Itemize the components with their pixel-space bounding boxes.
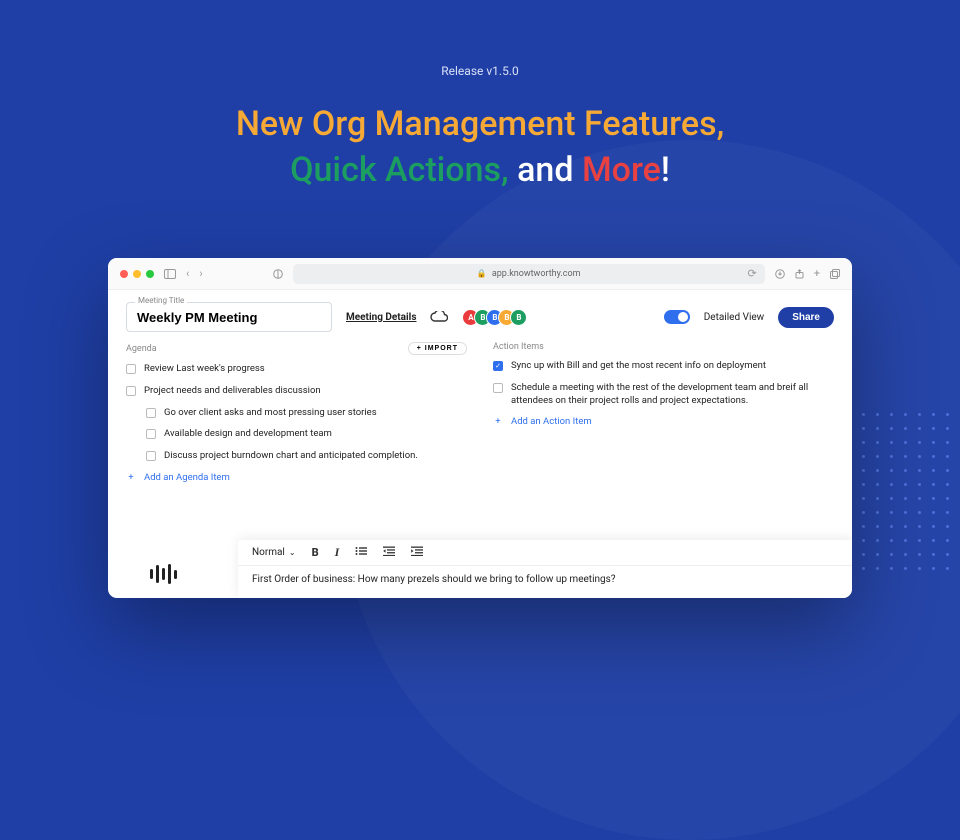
checkbox-icon[interactable] bbox=[146, 451, 156, 461]
agenda-item-text: Available design and development team bbox=[164, 428, 332, 441]
reload-icon[interactable]: ⟳ bbox=[748, 267, 757, 280]
editor-content[interactable]: First Order of business: How many prezel… bbox=[238, 566, 852, 593]
avatar[interactable]: B bbox=[510, 309, 527, 326]
action-item-text: Schedule a meeting with the rest of the … bbox=[511, 382, 834, 408]
add-agenda-item[interactable]: + Add an Agenda Item bbox=[126, 472, 467, 483]
meeting-title-input[interactable] bbox=[137, 310, 321, 325]
attendee-avatars[interactable]: A B B B B bbox=[462, 309, 527, 326]
url-bar[interactable]: 🔒 app.knowtworthy.com ⟳ bbox=[293, 264, 765, 284]
editor-toolbar: Normal ⌄ B I bbox=[238, 540, 852, 566]
meeting-details-link[interactable]: Meeting Details bbox=[346, 312, 416, 323]
checkbox-icon[interactable] bbox=[146, 429, 156, 439]
shield-icon[interactable] bbox=[273, 269, 283, 279]
checkbox-icon[interactable] bbox=[126, 386, 136, 396]
forward-icon[interactable]: › bbox=[199, 267, 202, 280]
action-item[interactable]: Sync up with Bill and get the most recen… bbox=[493, 360, 834, 373]
chevron-down-icon: ⌄ bbox=[289, 548, 296, 557]
checkbox-icon[interactable] bbox=[493, 383, 503, 393]
agenda-item[interactable]: Project needs and deliverables discussio… bbox=[126, 385, 467, 398]
meeting-title-field[interactable]: Meeting Title bbox=[126, 302, 332, 332]
minimize-icon[interactable] bbox=[133, 270, 141, 278]
checkbox-icon[interactable] bbox=[126, 364, 136, 374]
text-style-select[interactable]: Normal ⌄ bbox=[252, 547, 296, 558]
action-items-column: Action Items Sync up with Bill and get t… bbox=[493, 342, 834, 483]
new-tab-icon[interactable]: + bbox=[814, 267, 820, 280]
back-icon[interactable]: ‹ bbox=[186, 267, 189, 280]
agenda-item[interactable]: Review Last week's progress bbox=[126, 363, 467, 376]
lock-icon: 🔒 bbox=[477, 269, 487, 278]
import-button[interactable]: + IMPORT bbox=[408, 342, 467, 355]
action-item[interactable]: Schedule a meeting with the rest of the … bbox=[493, 382, 834, 408]
plus-icon: + bbox=[493, 416, 503, 427]
agenda-item[interactable]: Available design and development team bbox=[126, 428, 467, 441]
browser-window: ‹ › 🔒 app.knowtworthy.com ⟳ + Meeting Ti… bbox=[108, 258, 852, 598]
sidebar-toggle-icon[interactable] bbox=[164, 269, 176, 279]
agenda-item-text: Go over client asks and most pressing us… bbox=[164, 407, 377, 420]
agenda-item[interactable]: Go over client asks and most pressing us… bbox=[126, 407, 467, 420]
meeting-title-label: Meeting Title bbox=[135, 296, 187, 305]
share-icon[interactable] bbox=[795, 269, 804, 279]
agenda-item-text: Discuss project burndown chart and antic… bbox=[164, 450, 418, 463]
text-style-value: Normal bbox=[252, 547, 285, 558]
agenda-item[interactable]: Discuss project burndown chart and antic… bbox=[126, 450, 467, 463]
release-label: Release v1.5.0 bbox=[0, 64, 960, 78]
agenda-column: Agenda + IMPORT Review Last week's progr… bbox=[126, 342, 467, 483]
detailed-view-toggle[interactable] bbox=[664, 310, 690, 324]
headline-p1: New Org Management Features, bbox=[236, 104, 724, 144]
detailed-view-label: Detailed View bbox=[704, 312, 764, 323]
app-header: Meeting Title Meeting Details A B B B B … bbox=[108, 290, 852, 338]
italic-icon[interactable]: I bbox=[335, 545, 340, 560]
download-icon[interactable] bbox=[775, 269, 785, 279]
outdent-icon[interactable] bbox=[383, 546, 395, 559]
cloud-sync-icon bbox=[430, 311, 448, 323]
audio-waveform-icon[interactable] bbox=[150, 564, 177, 584]
agenda-item-text: Review Last week's progress bbox=[144, 363, 265, 376]
bold-icon[interactable]: B bbox=[312, 546, 319, 559]
maximize-icon[interactable] bbox=[146, 270, 154, 278]
url-text: app.knowtworthy.com bbox=[492, 269, 581, 279]
checkbox-checked-icon[interactable] bbox=[493, 361, 503, 371]
window-controls[interactable] bbox=[120, 270, 154, 278]
tabs-icon[interactable] bbox=[830, 269, 840, 279]
share-button[interactable]: Share bbox=[778, 307, 834, 328]
add-agenda-label: Add an Agenda Item bbox=[144, 472, 230, 483]
browser-chrome: ‹ › 🔒 app.knowtworthy.com ⟳ + bbox=[108, 258, 852, 290]
notes-editor: Normal ⌄ B I First Order of business: Ho… bbox=[238, 540, 852, 598]
add-action-item[interactable]: + Add an Action Item bbox=[493, 416, 834, 427]
agenda-heading: Agenda bbox=[126, 344, 157, 354]
checkbox-icon[interactable] bbox=[146, 408, 156, 418]
headline-p2: Quick Actions, bbox=[290, 150, 509, 190]
plus-icon: + bbox=[126, 472, 136, 483]
action-items-heading: Action Items bbox=[493, 342, 544, 352]
indent-icon[interactable] bbox=[411, 546, 423, 559]
close-icon[interactable] bbox=[120, 270, 128, 278]
add-action-label: Add an Action Item bbox=[511, 416, 592, 427]
action-item-text: Sync up with Bill and get the most recen… bbox=[511, 360, 766, 373]
bullet-list-icon[interactable] bbox=[355, 546, 367, 559]
agenda-item-text: Project needs and deliverables discussio… bbox=[144, 385, 321, 398]
